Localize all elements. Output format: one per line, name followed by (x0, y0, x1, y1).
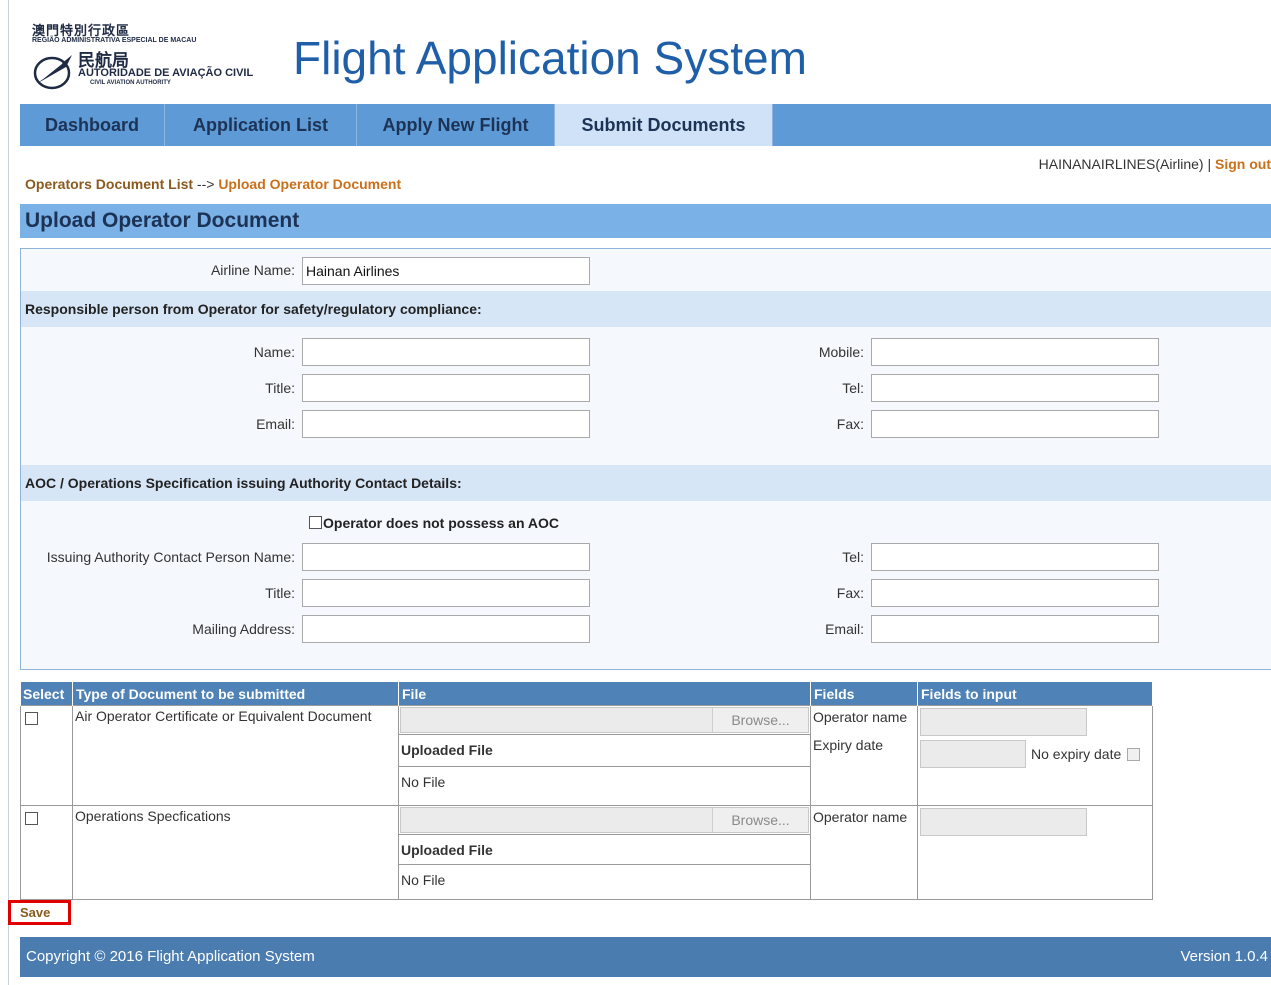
breadcrumb-current: Upload Operator Document (218, 176, 402, 192)
copyright-text: Copyright © 2016 Flight Application Syst… (26, 948, 315, 965)
aoc-fax-label: Fax: (836, 585, 864, 601)
table-row: Air Operator Certificate or Equivalent D… (20, 705, 1153, 806)
row-select-checkbox[interactable] (25, 812, 38, 825)
left-border (8, 0, 9, 985)
file-cell: Browse... Uploaded File No File (398, 705, 811, 806)
tab-submit-documents[interactable]: Submit Documents (555, 104, 773, 146)
fields-cell: Operator name Expiry date (810, 705, 918, 806)
footer: Copyright © 2016 Flight Application Syst… (20, 937, 1271, 977)
documents-table: Select Type of Document to be submitted … (20, 681, 1153, 900)
mobile-label: Mobile: (818, 344, 864, 360)
responsible-person-heading: Responsible person from Operator for saf… (21, 291, 1271, 327)
fields-input-cell (917, 805, 1153, 900)
select-cell (20, 805, 73, 900)
tel-label: Tel: (842, 380, 864, 396)
no-expiry-label: No expiry date (1031, 746, 1122, 762)
main-nav: Dashboard Application List Apply New Fli… (20, 104, 1271, 146)
fax-label: Fax: (836, 416, 864, 432)
name-input[interactable] (302, 338, 590, 366)
aoc-heading: AOC / Operations Specification issuing A… (21, 465, 1271, 501)
aoc-tel-input[interactable] (871, 543, 1159, 571)
logo-text-line4: AUTORIDADE DE AVIAÇÃO CIVIL (78, 67, 254, 79)
uploaded-file-value: No File (399, 864, 810, 894)
name-label: Name: (253, 344, 295, 360)
aoc-tel-label: Tel: (842, 549, 864, 565)
user-bar: HAINANAIRLINES(Airline) | Sign out (1039, 156, 1271, 172)
table-row: Operations Specfications Browse... Uploa… (20, 805, 1153, 900)
page-title: Upload Operator Document (20, 204, 1271, 238)
user-separator: | (1203, 156, 1215, 172)
document-type-cell: Operations Specfications (72, 805, 399, 900)
aoc-title-input[interactable] (302, 579, 590, 607)
logo-text-line2: REGIÃO ADMINISTRATIVA ESPECIAL DE MACAU (32, 37, 197, 44)
fields-cell: Operator name (810, 805, 918, 900)
tab-dashboard[interactable]: Dashboard (20, 104, 165, 146)
document-type-cell: Air Operator Certificate or Equivalent D… (72, 705, 399, 806)
emblem-icon (33, 55, 72, 90)
file-input[interactable]: Browse... (400, 707, 809, 733)
uploaded-file-value: No File (399, 766, 810, 798)
breadcrumb: Operators Document List --> Upload Opera… (25, 176, 401, 192)
tab-apply-new-flight[interactable]: Apply New Flight (357, 104, 555, 146)
user-name: HAINANAIRLINES(Airline) (1038, 156, 1204, 172)
col-type: Type of Document to be submitted (72, 681, 399, 706)
fields-input-cell: No expiry date (917, 705, 1153, 806)
mailing-address-label: Mailing Address: (192, 621, 295, 637)
caa-logo: 澳門特別行政區 REGIÃO ADMINISTRATIVA ESPECIAL D… (30, 16, 270, 96)
operator-name-field-label: Operator name (813, 809, 908, 825)
tel-input[interactable] (871, 374, 1159, 402)
tab-application-list[interactable]: Application List (165, 104, 357, 146)
app-title: Flight Application System (293, 32, 807, 84)
contact-name-input[interactable] (302, 543, 590, 571)
airline-name-input[interactable] (302, 257, 590, 285)
save-button[interactable]: Save (8, 900, 71, 925)
fax-input[interactable] (871, 410, 1159, 438)
browse-button[interactable]: Browse... (712, 708, 808, 732)
breadcrumb-parent-link[interactable]: Operators Document List (25, 176, 193, 192)
header: 澳門特別行政區 REGIÃO ADMINISTRATIVA ESPECIAL D… (30, 16, 930, 96)
email-input[interactable] (302, 410, 590, 438)
operator-name-field-label: Operator name (813, 709, 908, 725)
email-label: Email: (256, 416, 295, 432)
title-label: Title: (265, 380, 295, 396)
breadcrumb-arrow: --> (193, 176, 219, 192)
uploaded-file-label: Uploaded File (399, 734, 810, 766)
no-expiry-checkbox[interactable] (1127, 747, 1141, 761)
version-text: Version 1.0.4 (1180, 948, 1268, 965)
operator-form: Airline Name: Responsible person from Op… (20, 248, 1271, 670)
mailing-address-input[interactable] (302, 615, 590, 643)
aoc-email-input[interactable] (871, 615, 1159, 643)
logo-text-line5: CIVIL AVIATION AUTHORITY (90, 80, 171, 86)
expiry-date-input[interactable] (920, 740, 1026, 768)
aoc-fax-input[interactable] (871, 579, 1159, 607)
select-cell (20, 705, 73, 806)
file-cell: Browse... Uploaded File No File (398, 805, 811, 900)
aoc-title-label: Title: (265, 585, 295, 601)
contact-name-label: Issuing Authority Contact Person Name: (46, 549, 295, 565)
airline-name-label: Airline Name: (210, 262, 295, 278)
operator-name-input[interactable] (920, 808, 1087, 836)
mobile-input[interactable] (871, 338, 1159, 366)
col-fields-to-input: Fields to input (917, 681, 1153, 706)
operator-name-input[interactable] (920, 708, 1087, 736)
sign-out-link[interactable]: Sign out (1215, 156, 1271, 172)
no-aoc-label: Operator does not possess an AOC (323, 515, 559, 531)
row-select-checkbox[interactable] (25, 712, 38, 725)
expiry-date-field-label: Expiry date (813, 737, 884, 753)
title-input[interactable] (302, 374, 590, 402)
table-header-row: Select Type of Document to be submitted … (20, 681, 1153, 706)
col-file: File (398, 681, 811, 706)
col-select: Select (20, 681, 73, 706)
no-aoc-checkbox[interactable] (309, 516, 322, 529)
file-input[interactable]: Browse... (400, 807, 809, 833)
aoc-email-label: Email: (825, 621, 864, 637)
col-fields: Fields (810, 681, 918, 706)
uploaded-file-label: Uploaded File (399, 834, 810, 864)
browse-button[interactable]: Browse... (712, 808, 808, 832)
